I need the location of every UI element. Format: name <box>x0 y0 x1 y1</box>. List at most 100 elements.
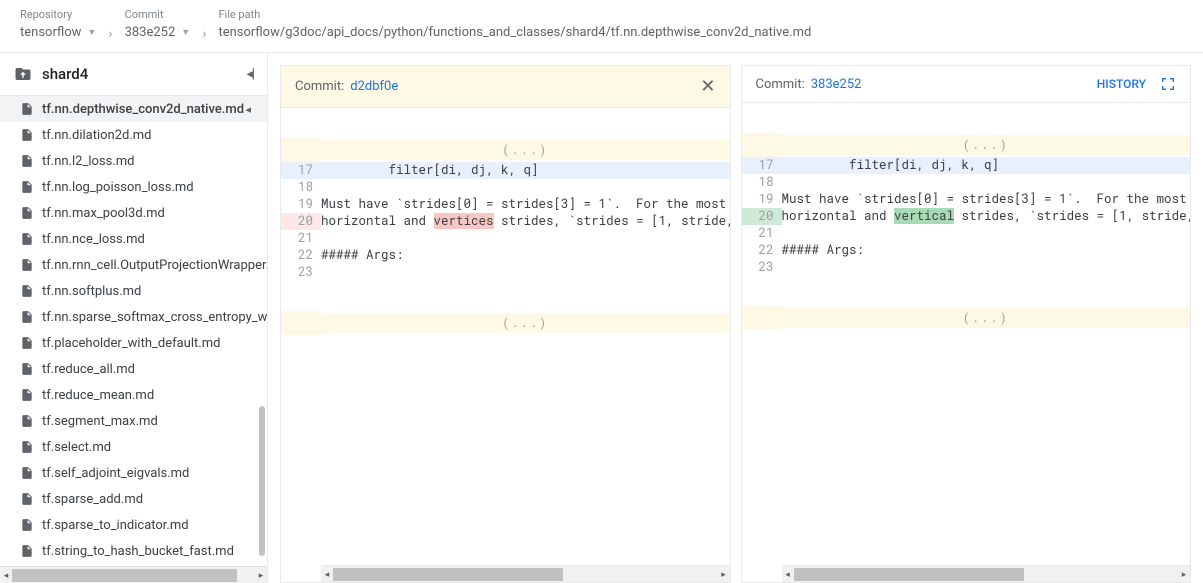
breadcrumb-repo-label: Repository <box>20 8 96 21</box>
code-line: 17 filter[di, dj, k, q] <box>742 157 1191 174</box>
breadcrumb-repository[interactable]: Repository tensorflow ▼ <box>20 8 96 40</box>
breadcrumb-commit-label: Commit <box>125 8 191 21</box>
code-content-right[interactable]: (...) 17 filter[di, dj, k, q] 18 19Must … <box>742 103 1191 565</box>
file-item[interactable]: tf.nn.rnn_cell.OutputProjectionWrapper.m… <box>0 252 267 278</box>
file-item-label: tf.nn.depthwise_conv2d_native.md <box>42 102 244 117</box>
file-item[interactable]: tf.nn.log_poisson_loss.md <box>0 174 267 200</box>
file-item[interactable]: tf.sparse_add.md <box>0 486 267 512</box>
code-line: 23 <box>742 259 1191 276</box>
collapsed-marker[interactable]: (...) <box>742 306 1191 330</box>
code-line: 19Must have `strides[0] = strides[3] = 1… <box>281 196 730 213</box>
file-icon <box>20 465 34 481</box>
scroll-left-icon[interactable]: ◂ <box>321 566 333 582</box>
history-link[interactable]: HISTORY <box>1097 77 1146 91</box>
scroll-right-icon[interactable]: ▸ <box>718 566 730 582</box>
file-item-label: tf.nn.softplus.md <box>42 284 141 299</box>
breadcrumb-commit[interactable]: Commit 383e252 ▼ <box>125 8 191 40</box>
file-item-label: tf.reduce_all.md <box>42 362 135 377</box>
code-line: 22##### Args: <box>742 242 1191 259</box>
close-icon[interactable]: ✕ <box>700 76 715 97</box>
breadcrumb-path-value: tensorflow/g3doc/api_docs/python/functio… <box>218 25 811 40</box>
file-item-label: tf.sparse_to_indicator.md <box>42 518 189 533</box>
file-item[interactable]: tf.self_adjoint_eigvals.md <box>0 460 267 486</box>
chevron-down-icon[interactable]: ▼ <box>87 27 96 38</box>
file-item-label: tf.nn.log_poisson_loss.md <box>42 180 194 195</box>
file-item[interactable]: tf.reduce_all.md <box>0 356 267 382</box>
collapsed-marker[interactable]: (...) <box>281 138 730 162</box>
sidebar-folder-title: shard4 <box>42 65 247 83</box>
sidebar-header: shard4 ◂| <box>0 53 267 96</box>
file-item[interactable]: tf.placeholder_with_default.md <box>0 330 267 356</box>
file-icon <box>20 517 34 533</box>
file-item[interactable]: tf.segment_max.md <box>0 408 267 434</box>
file-icon <box>20 413 34 429</box>
file-item-label: tf.nn.l2_loss.md <box>42 154 134 169</box>
file-icon <box>20 257 34 273</box>
sidebar-vertical-scrollbar[interactable] <box>257 96 267 566</box>
file-item[interactable]: tf.select.md <box>0 434 267 460</box>
file-icon <box>20 127 34 143</box>
file-list[interactable]: tf.nn.depthwise_conv2d_native.md tf.nn.di… <box>0 96 267 566</box>
code-line-added: 20horizontal and vertical strides, `stri… <box>742 208 1191 225</box>
breadcrumb-commit-value: 383e252 <box>125 25 176 40</box>
scroll-left-icon[interactable]: ◂ <box>782 566 794 582</box>
file-icon <box>20 283 34 299</box>
chevron-right-icon: › <box>108 26 112 42</box>
file-item[interactable]: tf.nn.dilation2d.md <box>0 122 267 148</box>
file-item-label: tf.segment_max.md <box>42 414 158 429</box>
collapse-sidebar-icon[interactable]: ◂| <box>247 66 253 82</box>
file-icon <box>20 205 34 221</box>
code-horizontal-scrollbar[interactable]: ◂ ▸ <box>782 565 1191 582</box>
code-content-left[interactable]: (...) 17 filter[di, dj, k, q] 18 19Must … <box>281 108 730 565</box>
scroll-right-icon[interactable]: ▸ <box>1178 566 1190 582</box>
scroll-right-icon[interactable]: ▸ <box>255 567 267 583</box>
file-icon <box>20 491 34 507</box>
file-item[interactable]: tf.nn.l2_loss.md <box>0 148 267 174</box>
file-item[interactable]: tf.nn.sparse_softmax_cross_entropy_with_… <box>0 304 267 330</box>
file-tree-sidebar: shard4 ◂| tf.nn.depthwise_conv2d_native.… <box>0 53 268 583</box>
file-item-label: tf.nn.dilation2d.md <box>42 128 152 143</box>
sidebar-horizontal-scrollbar[interactable]: ◂ ▸ <box>0 566 267 583</box>
fullscreen-icon[interactable] <box>1160 76 1176 92</box>
file-item-label: tf.nn.sparse_softmax_cross_entropy_with_… <box>42 310 267 325</box>
file-icon <box>20 309 34 325</box>
breadcrumb-bar: Repository tensorflow ▼ › Commit 383e252… <box>0 0 1203 53</box>
diff-pane-left: Commit: d2dbf0e ✕ (...) 17 filter[di, dj… <box>280 65 731 583</box>
commit-label: Commit: <box>295 79 344 94</box>
file-item[interactable]: tf.nn.max_pool3d.md <box>0 200 267 226</box>
file-item-label: tf.nn.nce_loss.md <box>42 232 145 247</box>
file-item-label: tf.reduce_mean.md <box>42 388 154 403</box>
scroll-left-icon[interactable]: ◂ <box>0 567 12 583</box>
diff-header-right: Commit: 383e252 HISTORY <box>742 66 1191 103</box>
file-item-label: tf.select.md <box>42 440 111 455</box>
file-item[interactable]: tf.nn.nce_loss.md <box>0 226 267 252</box>
commit-hash-link[interactable]: d2dbf0e <box>350 79 398 94</box>
file-icon <box>20 543 34 559</box>
chevron-right-icon: › <box>202 26 206 42</box>
commit-hash-link[interactable]: 383e252 <box>811 77 862 92</box>
file-icon <box>20 361 34 377</box>
commit-label: Commit: <box>756 77 805 92</box>
file-item-label: tf.sparse_add.md <box>42 492 143 507</box>
file-item[interactable]: tf.string_to_hash_bucket_fast.md <box>0 538 267 564</box>
folder-up-icon[interactable] <box>14 65 32 83</box>
collapsed-marker[interactable]: (...) <box>742 133 1191 157</box>
file-item[interactable]: tf.nn.depthwise_conv2d_native.md <box>0 96 267 122</box>
file-icon <box>20 439 34 455</box>
file-item[interactable]: tf.reduce_mean.md <box>0 382 267 408</box>
file-icon <box>20 101 34 117</box>
code-line: 23 <box>281 264 730 281</box>
file-item-label: tf.self_adjoint_eigvals.md <box>42 466 189 481</box>
chevron-down-icon[interactable]: ▼ <box>181 27 190 38</box>
code-line-deleted: 20horizontal and vertices strides, `stri… <box>281 213 730 230</box>
file-icon <box>20 387 34 403</box>
file-item[interactable]: tf.nn.softplus.md <box>0 278 267 304</box>
file-icon <box>20 179 34 195</box>
code-horizontal-scrollbar[interactable]: ◂ ▸ <box>321 565 730 582</box>
code-line: 21 <box>281 230 730 247</box>
collapsed-marker[interactable]: (...) <box>281 311 730 335</box>
breadcrumb-filepath[interactable]: File path tensorflow/g3doc/api_docs/pyth… <box>218 8 811 40</box>
diff-pane-right: Commit: 383e252 HISTORY (...) 17 filter[… <box>741 65 1192 583</box>
code-line: 22##### Args: <box>281 247 730 264</box>
file-item[interactable]: tf.sparse_to_indicator.md <box>0 512 267 538</box>
